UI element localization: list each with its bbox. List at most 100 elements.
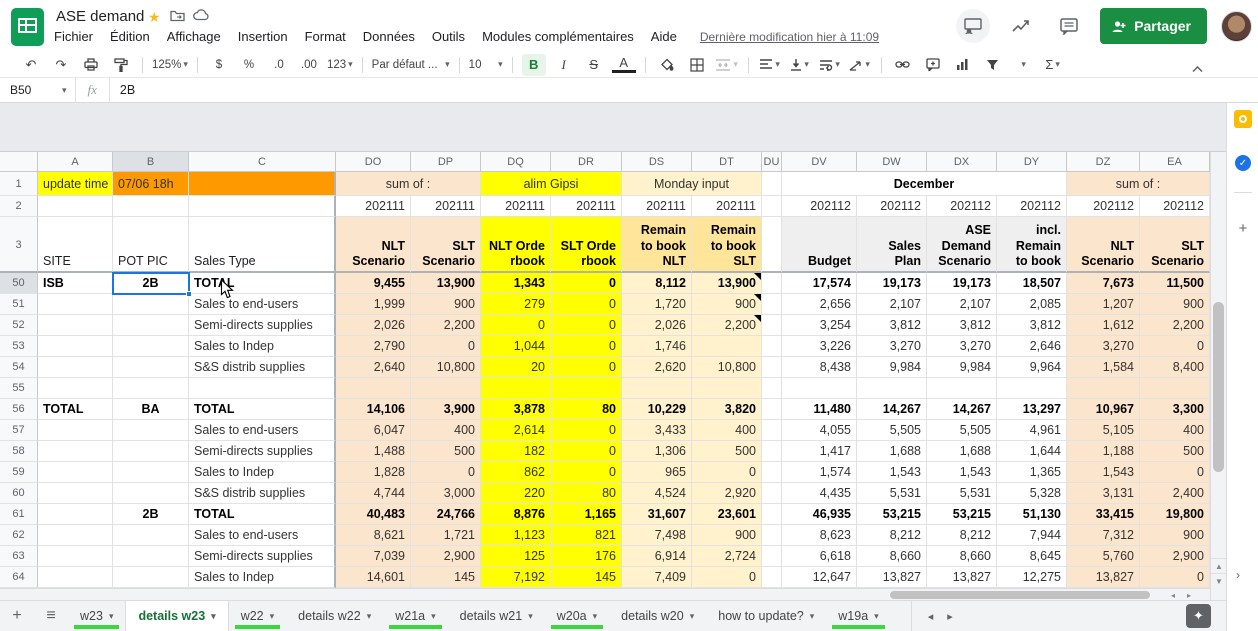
cell-A56[interactable]: TOTAL bbox=[38, 399, 113, 420]
cell-DU61[interactable] bbox=[762, 504, 782, 525]
cell-DQ59[interactable]: 862 bbox=[481, 462, 551, 483]
sheet-tab-menu-icon[interactable]: ▾ bbox=[528, 611, 533, 622]
cell-B52[interactable] bbox=[113, 315, 189, 336]
cell-DV51[interactable]: 2,656 bbox=[782, 294, 857, 315]
cell-EA55[interactable] bbox=[1140, 378, 1210, 399]
cell-DY52[interactable]: 3,812 bbox=[997, 315, 1067, 336]
cell-DR61[interactable]: 1,165 bbox=[551, 504, 622, 525]
cell-DZ54[interactable]: 1,584 bbox=[1067, 357, 1140, 378]
cell-A62[interactable] bbox=[38, 525, 113, 546]
cell-B59[interactable] bbox=[113, 462, 189, 483]
italic-button[interactable]: I bbox=[552, 54, 576, 76]
column-header-EA[interactable]: EA bbox=[1140, 152, 1210, 172]
cell-DO58[interactable]: 1,488 bbox=[336, 441, 411, 462]
cell-DY59[interactable]: 1,365 bbox=[997, 462, 1067, 483]
scroll-right-icon[interactable]: ▸ bbox=[1182, 590, 1196, 600]
cell-A58[interactable] bbox=[38, 441, 113, 462]
sheet-tab-w20a[interactable]: w20a▾ bbox=[545, 601, 609, 631]
cell-DZ3[interactable]: NLT Scenario bbox=[1067, 217, 1140, 273]
row-header-64[interactable]: 64 bbox=[0, 567, 38, 588]
row-header-3[interactable]: 3 bbox=[0, 217, 38, 273]
cell-DW55[interactable] bbox=[857, 378, 927, 399]
cell-DX59[interactable]: 1,543 bbox=[927, 462, 997, 483]
print-button[interactable] bbox=[79, 54, 103, 76]
cell-DP63[interactable]: 2,900 bbox=[411, 546, 481, 567]
cell-A54[interactable] bbox=[38, 357, 113, 378]
zoom-select[interactable]: 125%▾ bbox=[152, 54, 188, 76]
cell-DQ62[interactable]: 1,123 bbox=[481, 525, 551, 546]
cell-DO57[interactable]: 6,047 bbox=[336, 420, 411, 441]
cell-DW63[interactable]: 8,660 bbox=[857, 546, 927, 567]
cell-DP52[interactable]: 2,200 bbox=[411, 315, 481, 336]
cell-DU3[interactable] bbox=[762, 217, 782, 273]
currency-format-button[interactable]: $ bbox=[207, 54, 231, 76]
cell-DR2[interactable]: 202111 bbox=[551, 196, 622, 217]
cell-DU1[interactable] bbox=[762, 172, 782, 196]
cell-DO55[interactable] bbox=[336, 378, 411, 399]
cell-DZ50[interactable]: 7,673 bbox=[1067, 273, 1140, 294]
sheet-tab-menu-icon[interactable]: ▾ bbox=[367, 611, 372, 622]
cell-C57[interactable]: Sales to end-users bbox=[189, 420, 336, 441]
cloud-status-icon[interactable] bbox=[193, 9, 209, 21]
cell-A51[interactable] bbox=[38, 294, 113, 315]
cell-DU51[interactable] bbox=[762, 294, 782, 315]
cell-A3[interactable]: SITE bbox=[38, 217, 113, 273]
star-icon[interactable]: ★ bbox=[148, 9, 161, 26]
cell-DX61[interactable]: 53,215 bbox=[927, 504, 997, 525]
row-header-51[interactable]: 51 bbox=[0, 294, 38, 315]
sheet-tab-w21a[interactable]: w21a▾ bbox=[383, 601, 447, 631]
cell-DW62[interactable]: 8,212 bbox=[857, 525, 927, 546]
cell-EA64[interactable]: 0 bbox=[1140, 567, 1210, 588]
sheet-tab-w22[interactable]: w22▾ bbox=[229, 601, 286, 631]
cell-DX57[interactable]: 5,505 bbox=[927, 420, 997, 441]
cell-DS56[interactable]: 10,229 bbox=[622, 399, 692, 420]
paint-format-button[interactable] bbox=[109, 54, 133, 76]
cell-DX54[interactable]: 9,984 bbox=[927, 357, 997, 378]
cell-DX50[interactable]: 19,173 bbox=[927, 273, 997, 294]
cell-DS2[interactable]: 202111 bbox=[622, 196, 692, 217]
cell-B60[interactable] bbox=[113, 483, 189, 504]
cell-DS62[interactable]: 7,498 bbox=[622, 525, 692, 546]
cell-DV61[interactable]: 46,935 bbox=[782, 504, 857, 525]
merged-alim-gipsi[interactable]: alim Gipsi bbox=[481, 172, 622, 196]
cell-EA54[interactable]: 8,400 bbox=[1140, 357, 1210, 378]
text-color-button[interactable]: A bbox=[612, 56, 636, 73]
cell-DT63[interactable]: 2,724 bbox=[692, 546, 762, 567]
cell-DY54[interactable]: 9,964 bbox=[997, 357, 1067, 378]
cell-DR64[interactable]: 145 bbox=[551, 567, 622, 588]
column-header-DZ[interactable]: DZ bbox=[1067, 152, 1140, 172]
cell-DQ58[interactable]: 182 bbox=[481, 441, 551, 462]
cell-DY63[interactable]: 8,645 bbox=[997, 546, 1067, 567]
cell-DY61[interactable]: 51,130 bbox=[997, 504, 1067, 525]
cell-DR57[interactable]: 0 bbox=[551, 420, 622, 441]
menu-aide[interactable]: Aide bbox=[651, 29, 677, 44]
cell-DR53[interactable]: 0 bbox=[551, 336, 622, 357]
cell-DQ54[interactable]: 20 bbox=[481, 357, 551, 378]
merged-sum-of-1[interactable]: sum of : bbox=[336, 172, 481, 196]
column-header-DO[interactable]: DO bbox=[336, 152, 411, 172]
select-all-corner[interactable] bbox=[0, 152, 38, 172]
sheet-tab-w19a[interactable]: w19a▾ bbox=[826, 601, 890, 631]
cell-EA56[interactable]: 3,300 bbox=[1140, 399, 1210, 420]
cell-DS51[interactable]: 1,720 bbox=[622, 294, 692, 315]
cell-DP55[interactable] bbox=[411, 378, 481, 399]
vertical-align-button[interactable]: ▾ bbox=[788, 54, 812, 76]
cell-DP60[interactable]: 3,000 bbox=[411, 483, 481, 504]
cell-DW61[interactable]: 53,215 bbox=[857, 504, 927, 525]
cell-DZ63[interactable]: 5,760 bbox=[1067, 546, 1140, 567]
cell-DV54[interactable]: 8,438 bbox=[782, 357, 857, 378]
share-button[interactable]: Partager bbox=[1100, 8, 1207, 44]
cell-DW58[interactable]: 1,688 bbox=[857, 441, 927, 462]
cell-DW60[interactable]: 5,531 bbox=[857, 483, 927, 504]
vertical-scrollbar[interactable]: ▲ ▼ bbox=[1210, 152, 1226, 600]
insights-icon[interactable] bbox=[1004, 9, 1038, 43]
filter-button[interactable] bbox=[981, 54, 1005, 76]
cell-DV64[interactable]: 12,647 bbox=[782, 567, 857, 588]
cell-DO59[interactable]: 1,828 bbox=[336, 462, 411, 483]
cell-DS52[interactable]: 2,026 bbox=[622, 315, 692, 336]
cell-DQ61[interactable]: 8,876 bbox=[481, 504, 551, 525]
collapse-panel-icon[interactable]: › bbox=[1236, 568, 1240, 582]
borders-button[interactable] bbox=[685, 54, 709, 76]
cell-B55[interactable] bbox=[113, 378, 189, 399]
cell-DT61[interactable]: 23,601 bbox=[692, 504, 762, 525]
